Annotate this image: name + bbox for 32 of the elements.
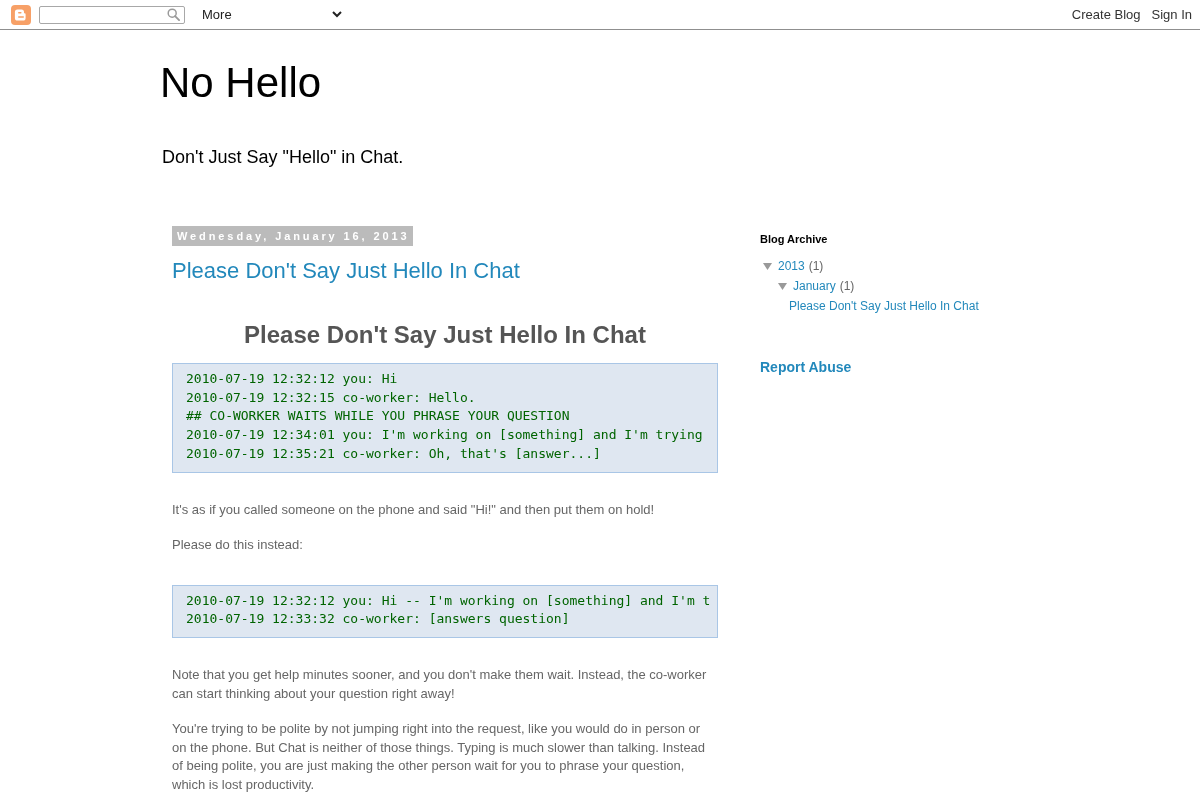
chevron-icon <box>332 11 342 18</box>
blog-description: Don't Just Say "Hello" in Chat. <box>162 146 405 168</box>
code-line: 2010-07-19 12:34:01 you: I'm working on [something] and I'm trying <box>186 426 704 445</box>
post-count: (1) <box>808 258 824 274</box>
report-abuse-link[interactable]: Report Abuse <box>760 358 852 376</box>
paragraph: It's as if you called someone on the phone and said "Hi!" and then put them on hold! <box>172 500 655 519</box>
code-line: 2010-07-19 12:32:15 co-worker: Hello. <box>186 388 477 407</box>
nav-link[interactable]: Create Blog <box>1071 6 1141 23</box>
triangle-icon[interactable] <box>763 261 772 271</box>
archive-heading: Blog Archive <box>760 232 828 246</box>
paragraph: Note that you get help minutes sooner, and you don't make them wait. Instead, the co-worker can start thinking about your question right away! <box>172 666 708 703</box>
blog-title: No Hello <box>160 58 323 108</box>
date-header: Wednesday, January 16, 2013 <box>172 226 413 246</box>
more-dropdown[interactable]: More <box>202 4 345 25</box>
logo-icon[interactable] <box>11 4 31 25</box>
archive-post-link[interactable]: Please Don't Say Just Hello In Chat <box>789 298 979 314</box>
code-line: 2010-07-19 12:32:12 you: Hi -- I'm working on [something] and I'm t <box>186 591 712 610</box>
code-line: 2010-07-19 12:35:21 co-worker: Oh, that's [answer...] <box>186 444 602 463</box>
code-line: ## CO-WORKER WAITS WHILE YOU PHRASE YOUR QUESTION <box>186 407 571 426</box>
archive-link[interactable]: 2013 <box>778 258 805 274</box>
paragraph: You're trying to be polite by not jumping right into the request, like you would do in person or on the phone. But Chat is neither of those things. Typing is much slower than talking. Instead of being polite, you are just making the other person wait for you to phrase your question, which is lost productivity. <box>172 720 707 795</box>
triangle-icon[interactable] <box>778 281 787 291</box>
paragraph: Please do this instead: <box>172 536 303 555</box>
code-line: 2010-07-19 12:33:32 co-worker: [answers question] <box>186 610 571 629</box>
post-count: (1) <box>839 278 855 294</box>
archive-link[interactable]: January <box>793 278 836 294</box>
code-line: 2010-07-19 12:32:12 you: Hi <box>186 370 399 388</box>
post-heading: Please Don't Say Just Hello In Chat <box>244 320 646 349</box>
search-icon[interactable] <box>167 8 180 21</box>
post-title-link[interactable]: Please Don't Say Just Hello In Chat <box>172 258 520 284</box>
search-field[interactable] <box>39 5 185 24</box>
nav-link[interactable]: Sign In <box>1151 6 1192 23</box>
